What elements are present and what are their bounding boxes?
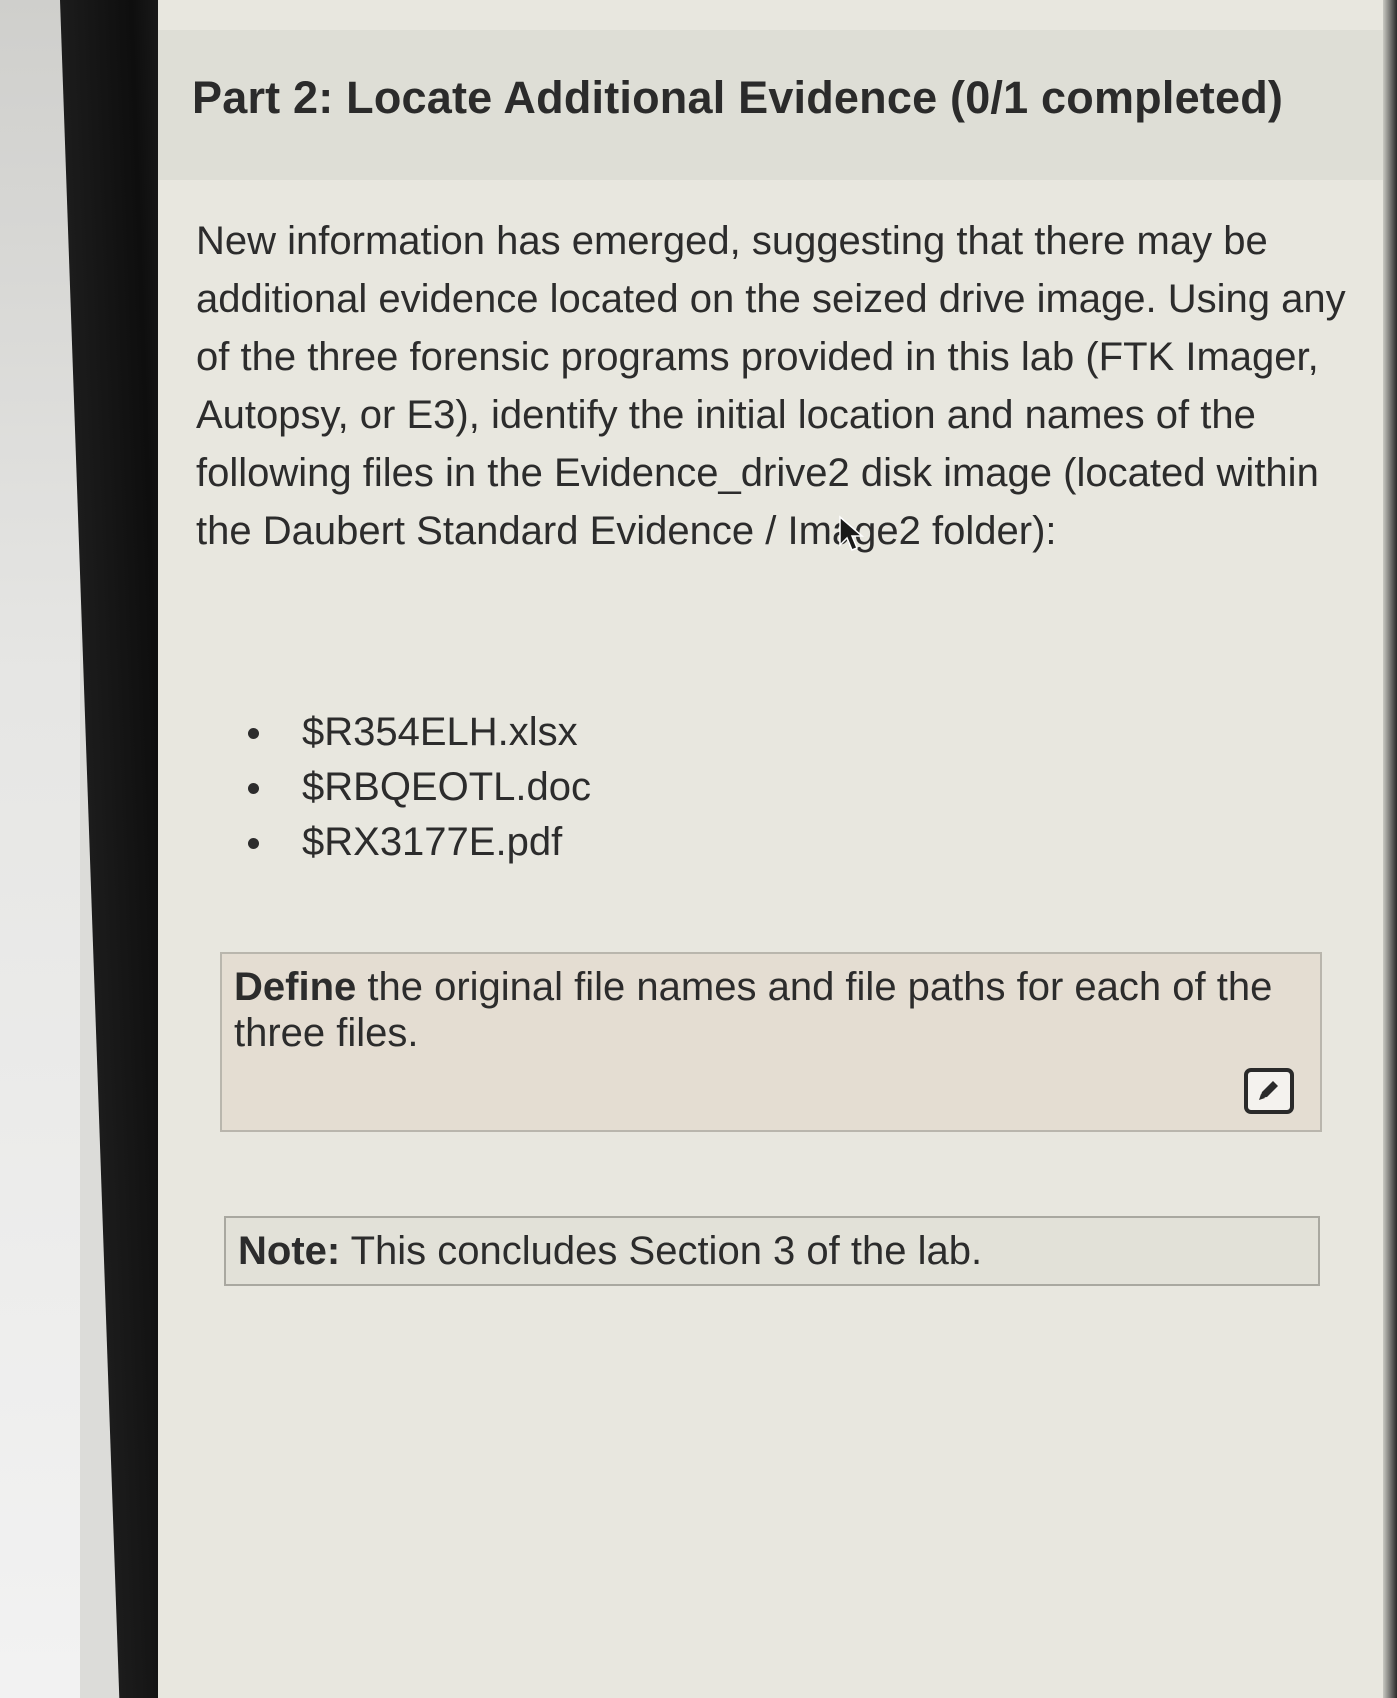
file-list: $R354ELH.xlsx $RBQEOTL.doc $RX3177E.pdf: [238, 705, 591, 870]
note-box: Note: This concludes Section 3 of the la…: [224, 1216, 1320, 1286]
file-name: $R354ELH.xlsx: [302, 710, 578, 754]
note-text: Note: This concludes Section 3 of the la…: [238, 1228, 1308, 1274]
bullet-icon: [248, 783, 259, 794]
file-name: $RBQEOTL.doc: [302, 765, 592, 809]
list-item: $R354ELH.xlsx: [238, 705, 591, 760]
note-lead: Note:: [238, 1229, 341, 1273]
note-body: This concludes Section 3 of the lab.: [340, 1229, 983, 1273]
section-title: Part 2: Locate Additional Evidence (0/1 …: [192, 72, 1284, 123]
question-box: Define the original file names and file …: [220, 952, 1322, 1132]
screen: Part 2: Locate Additional Evidence (0/1 …: [158, 0, 1397, 1698]
bullet-icon: [248, 838, 259, 849]
list-item: $RBQEOTL.doc: [238, 760, 591, 815]
bullet-icon: [248, 728, 259, 739]
edit-icon: [1259, 1081, 1278, 1100]
question-body: the original file names and file paths f…: [234, 965, 1273, 1055]
screen-edge: [1383, 0, 1397, 1698]
mouse-cursor-icon: [839, 515, 865, 551]
edit-answer-button[interactable]: [1244, 1068, 1294, 1114]
question-text: Define the original file names and file …: [234, 964, 1304, 1056]
list-item: $RX3177E.pdf: [238, 815, 591, 870]
question-lead: Define: [234, 965, 357, 1009]
file-name: $RX3177E.pdf: [302, 820, 563, 864]
instructions-paragraph: New information has emerged, suggesting …: [196, 219, 1346, 553]
